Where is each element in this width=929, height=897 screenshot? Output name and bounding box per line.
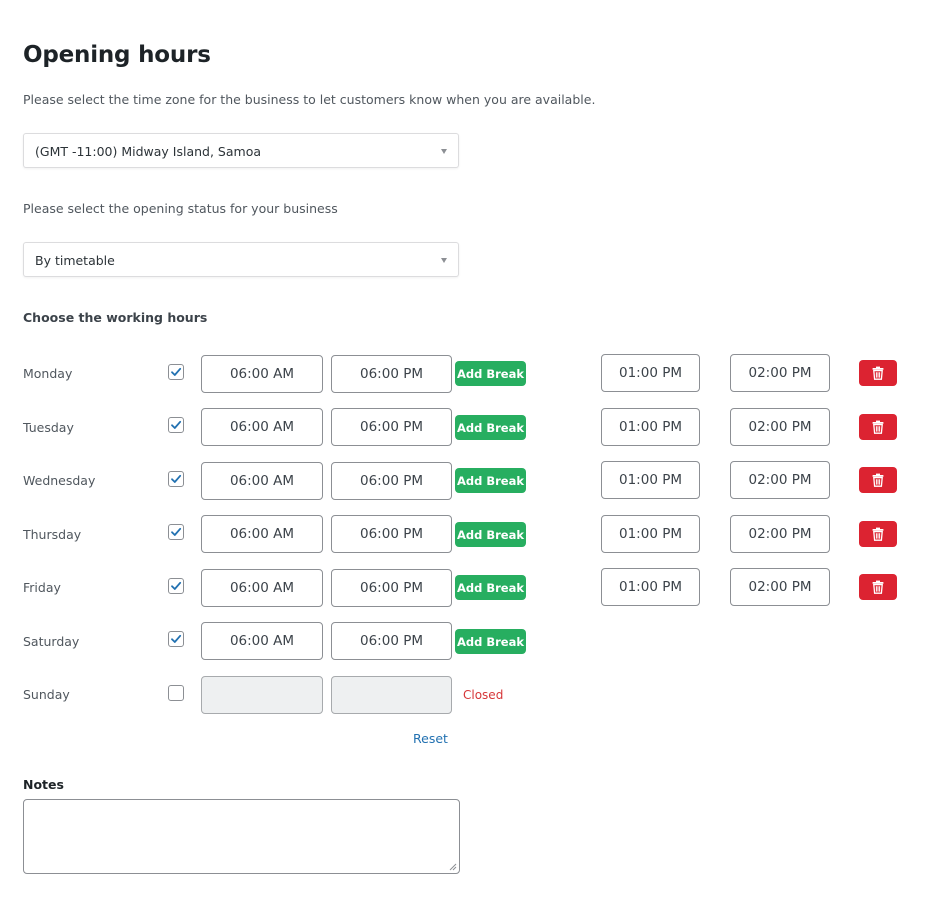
timezone-select-value: (GMT -11:00) Midway Island, Samoa (35, 144, 262, 159)
day-checkbox-saturday[interactable] (168, 631, 184, 647)
add-break-button-friday[interactable]: Add Break (455, 575, 526, 600)
day-checkbox-friday[interactable] (168, 578, 184, 594)
working-hours-label: Choose the working hours (23, 310, 208, 325)
resize-handle-icon[interactable] (449, 863, 457, 871)
add-break-button-wednesday[interactable]: Add Break (455, 468, 526, 493)
status-description: Please select the opening status for you… (23, 201, 338, 216)
opening-status-select-value: By timetable (35, 253, 115, 268)
break-start-input-tuesday[interactable]: 01:00 PM (601, 408, 700, 446)
day-label-friday: Friday (23, 580, 61, 595)
trash-icon (872, 580, 884, 594)
break-end-input-wednesday[interactable]: 02:00 PM (730, 461, 830, 499)
day-checkbox-monday[interactable] (168, 364, 184, 380)
day-checkbox-sunday[interactable] (168, 685, 184, 701)
closing-time-input-tuesday[interactable]: 06:00 PM (331, 408, 452, 446)
day-checkbox-thursday[interactable] (168, 524, 184, 540)
day-label-monday: Monday (23, 366, 73, 381)
delete-break-button-thursday[interactable] (859, 521, 897, 547)
opening-time-input-monday[interactable]: 06:00 AM (201, 355, 323, 393)
day-label-wednesday: Wednesday (23, 473, 96, 488)
break-start-input-wednesday[interactable]: 01:00 PM (601, 461, 700, 499)
opening-time-input-tuesday[interactable]: 06:00 AM (201, 408, 323, 446)
notes-textarea[interactable] (23, 799, 460, 874)
closing-time-input-wednesday[interactable]: 06:00 PM (331, 462, 452, 500)
break-end-input-thursday[interactable]: 02:00 PM (730, 515, 830, 553)
break-start-input-thursday[interactable]: 01:00 PM (601, 515, 700, 553)
closed-status-label: Closed (463, 688, 504, 702)
trash-icon (872, 420, 884, 434)
opening-time-input-saturday[interactable]: 06:00 AM (201, 622, 323, 660)
add-break-button-saturday[interactable]: Add Break (455, 629, 526, 654)
opening-time-input-friday[interactable]: 06:00 AM (201, 569, 323, 607)
opening-time-input-thursday[interactable]: 06:00 AM (201, 515, 323, 553)
closing-time-input-sunday (331, 676, 452, 714)
break-end-input-friday[interactable]: 02:00 PM (730, 568, 830, 606)
opening-time-input-wednesday[interactable]: 06:00 AM (201, 462, 323, 500)
trash-icon (872, 473, 884, 487)
day-checkbox-wednesday[interactable] (168, 471, 184, 487)
delete-break-button-tuesday[interactable] (859, 414, 897, 440)
closing-time-input-friday[interactable]: 06:00 PM (331, 569, 452, 607)
add-break-button-tuesday[interactable]: Add Break (455, 415, 526, 440)
delete-break-button-monday[interactable] (859, 360, 897, 386)
day-label-saturday: Saturday (23, 634, 80, 649)
timezone-description: Please select the time zone for the busi… (23, 92, 596, 107)
break-end-input-tuesday[interactable]: 02:00 PM (730, 408, 830, 446)
add-break-button-monday[interactable]: Add Break (455, 361, 526, 386)
break-start-input-monday[interactable]: 01:00 PM (601, 354, 700, 392)
trash-icon (872, 527, 884, 541)
chevron-down-icon (441, 258, 447, 263)
notes-label: Notes (23, 777, 64, 792)
opening-time-input-sunday (201, 676, 323, 714)
closing-time-input-thursday[interactable]: 06:00 PM (331, 515, 452, 553)
day-label-tuesday: Tuesday (23, 420, 74, 435)
break-start-input-friday[interactable]: 01:00 PM (601, 568, 700, 606)
chevron-down-icon (441, 149, 447, 154)
opening-status-select[interactable]: By timetable (23, 242, 459, 277)
day-label-sunday: Sunday (23, 687, 70, 702)
day-checkbox-tuesday[interactable] (168, 417, 184, 433)
break-end-input-monday[interactable]: 02:00 PM (730, 354, 830, 392)
closing-time-input-monday[interactable]: 06:00 PM (331, 355, 452, 393)
timezone-select[interactable]: (GMT -11:00) Midway Island, Samoa (23, 133, 459, 168)
reset-link[interactable]: Reset (413, 731, 448, 746)
closing-time-input-saturday[interactable]: 06:00 PM (331, 622, 452, 660)
day-label-thursday: Thursday (23, 527, 82, 542)
add-break-button-thursday[interactable]: Add Break (455, 522, 526, 547)
delete-break-button-wednesday[interactable] (859, 467, 897, 493)
delete-break-button-friday[interactable] (859, 574, 897, 600)
trash-icon (872, 366, 884, 380)
page-title: Opening hours (23, 42, 211, 68)
